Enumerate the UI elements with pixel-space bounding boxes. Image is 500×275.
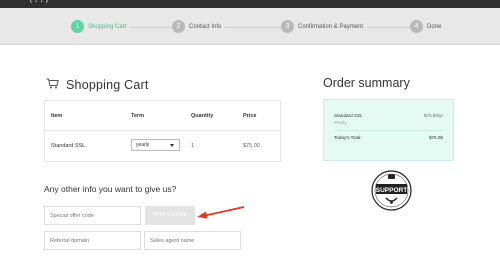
cart-heading: Shopping Cart	[46, 76, 149, 94]
cart-title: Shopping Cart	[66, 78, 149, 92]
step-done[interactable]: 4 Done	[410, 20, 446, 33]
annotation-arrow	[197, 206, 245, 219]
support-badge-icon: SUPPORT	[371, 170, 412, 211]
cart-icon	[46, 76, 59, 94]
steps-rail	[80, 27, 422, 28]
step-number: 4	[410, 20, 423, 33]
term-value: yearly	[136, 142, 150, 148]
summary-item: Standard SSL	[334, 113, 363, 118]
badge-label: SUPPORT	[376, 187, 407, 194]
column-item: Item	[51, 113, 63, 119]
total-label: Today's Total:	[334, 135, 362, 140]
top-bar: (..)	[0, 0, 500, 8]
chevron-down-icon	[170, 144, 174, 147]
table-header: Item Term Quantity Price	[45, 101, 280, 131]
summary-item-price: $75.00/yr	[423, 113, 443, 118]
step-label: Shopping Cart	[88, 23, 127, 30]
step-number: 3	[281, 20, 294, 33]
step-shopping-cart[interactable]: 1 Shopping Cart	[71, 20, 131, 33]
column-term: Term	[131, 113, 145, 119]
step-contact-info[interactable]: 2 Contact Info	[172, 20, 226, 33]
referral-domain-input[interactable]	[44, 231, 141, 250]
sales-agent-name-input[interactable]	[144, 231, 241, 250]
step-label: Contact Info	[189, 23, 222, 30]
step-number: 1	[71, 20, 84, 33]
summary-divider	[334, 130, 443, 131]
row-quantity: 1	[191, 143, 195, 149]
row-item: Standard SSL	[51, 143, 86, 149]
row-price: $75.00	[243, 143, 260, 149]
logo[interactable]: (..)	[28, 0, 50, 5]
total-value: $75.00	[428, 135, 443, 140]
column-quantity: Quantity	[191, 113, 214, 119]
column-price: Price	[243, 113, 257, 119]
step-confirmation-payment[interactable]: 3 Confirmation & Payment	[281, 20, 368, 33]
checkout-steps: 1 Shopping Cart 2 Contact Info 3 Confirm…	[0, 8, 500, 45]
step-number: 2	[172, 20, 185, 33]
summary-item-term: Yearly	[334, 120, 347, 125]
cart-table: Item Term Quantity Price Standard SSL ye…	[44, 100, 281, 162]
apply-code-button[interactable]: APPLY CODE	[145, 206, 195, 225]
step-label: Done	[427, 23, 442, 30]
term-select[interactable]: yearly	[131, 139, 180, 151]
order-summary-box: Standard SSL $75.00/yr Yearly Today's To…	[323, 99, 454, 161]
special-offer-code-input[interactable]	[44, 206, 141, 225]
order-summary-title: Order summary	[323, 76, 410, 90]
other-info-heading: Any other info you want to give us?	[44, 184, 177, 194]
step-label: Confirmation & Payment	[298, 23, 364, 30]
